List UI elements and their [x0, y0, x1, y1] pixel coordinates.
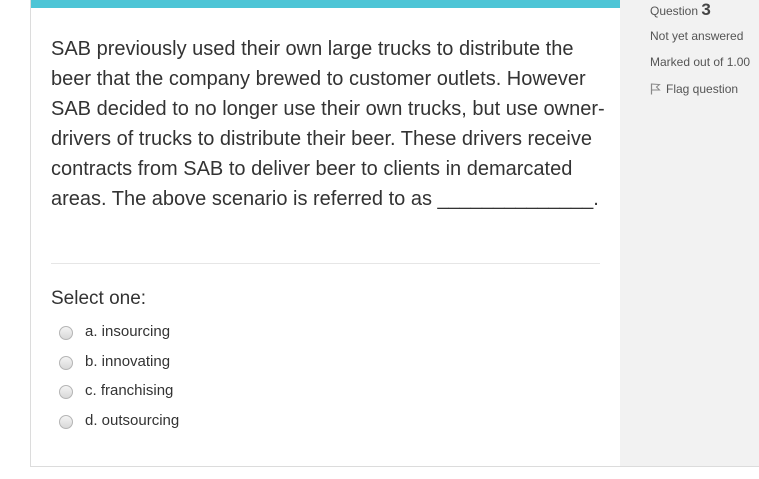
answer-option-d[interactable]: d. outsourcing: [59, 406, 179, 436]
answer-label-c[interactable]: c. franchising: [85, 382, 173, 399]
question-container: SAB previously used their own large truc…: [30, 0, 759, 467]
question-number-label: Question 3: [650, 0, 711, 20]
answer-label-a[interactable]: a. insourcing: [85, 323, 170, 340]
question-label-text: Question: [650, 4, 699, 18]
answer-option-a[interactable]: a. insourcing: [59, 317, 179, 347]
question-content-panel: SAB previously used their own large truc…: [30, 0, 621, 467]
divider: [51, 263, 600, 264]
select-prompt: Select one:: [51, 288, 147, 309]
question-accent-bar: [31, 0, 621, 8]
radio-button-a[interactable]: [59, 326, 73, 341]
question-text: SAB previously used their own large truc…: [51, 38, 605, 210]
question-info-panel: Question 3 Not yet answered Marked out o…: [620, 0, 759, 467]
flag-question-label[interactable]: Flag question: [666, 82, 738, 96]
question-number: 3: [701, 0, 711, 19]
answer-list: a. insourcing b. innovating c. franchisi…: [59, 317, 179, 435]
flag-outline-icon: [650, 83, 661, 95]
answer-label-b[interactable]: b. innovating: [85, 353, 170, 370]
answer-option-c[interactable]: c. franchising: [59, 376, 179, 406]
answer-label-d[interactable]: d. outsourcing: [85, 412, 179, 429]
marks-info: Marked out of 1.00: [650, 55, 751, 69]
answer-status: Not yet answered: [650, 29, 744, 43]
radio-button-d[interactable]: [59, 414, 73, 429]
radio-button-b[interactable]: [59, 355, 73, 370]
flag-question-link[interactable]: Flag question: [650, 82, 738, 96]
answer-option-b[interactable]: b. innovating: [59, 347, 179, 377]
radio-button-c[interactable]: [59, 385, 73, 400]
